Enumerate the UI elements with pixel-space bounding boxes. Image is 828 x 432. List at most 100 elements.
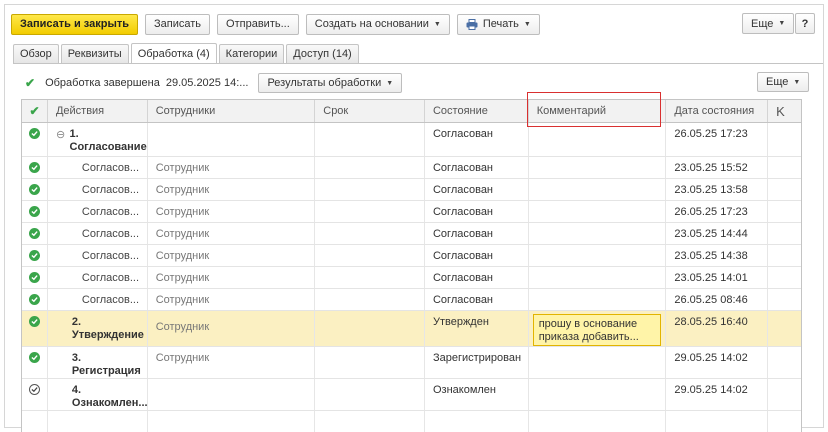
action-number: 3. — [71, 352, 82, 364]
action-title: Утверждение — [71, 329, 144, 341]
table-row[interactable]: 3. Регистрация Сотрудник Зарегистрирован… — [22, 347, 801, 379]
header-state-date[interactable]: Дата состояния — [666, 100, 769, 122]
status-text: Обработка завершена — [45, 77, 160, 89]
comment-cell — [529, 289, 667, 310]
header-actions[interactable]: Действия — [48, 100, 148, 122]
action-number: 1. — [69, 128, 79, 140]
caret-down-icon: ▼ — [433, 20, 441, 28]
action-title: Согласов... — [48, 179, 148, 200]
action-title: Согласов... — [48, 223, 148, 244]
check-outline-icon — [28, 384, 40, 395]
state-cell: Согласован — [425, 245, 529, 266]
header-term[interactable]: Срок — [315, 100, 425, 122]
comment-cell — [529, 179, 667, 200]
employee-cell: Сотрудник — [148, 311, 316, 346]
header-comment[interactable]: Комментарий — [526, 92, 667, 127]
comment-cell — [529, 379, 667, 410]
caret-down-icon: ▼ — [386, 79, 394, 87]
tab-divider — [13, 63, 823, 64]
tab-bar: Обзор Реквизиты Обработка (4) Категории … — [13, 43, 361, 64]
collapse-icon[interactable]: ⊖ — [56, 128, 70, 156]
state-date-cell: 23.05.25 14:38 — [666, 245, 769, 266]
employee-cell — [148, 379, 316, 410]
term-cell — [315, 267, 425, 288]
term-cell — [315, 123, 425, 156]
check-circle-icon — [28, 184, 40, 195]
state-date-cell: 23.05.25 14:44 — [666, 223, 769, 244]
action-title: Согласов... — [48, 289, 148, 310]
send-button[interactable]: Отправить... — [217, 13, 299, 35]
action-number: 4. — [71, 384, 82, 396]
table-row[interactable]: 4. Ознакомлен... Ознакомлен 29.05.25 14:… — [22, 379, 801, 411]
processing-status: ✔ Обработка завершена 29.05.2025 14:... … — [25, 73, 403, 93]
table-row-selected[interactable]: 2. Утверждение Сотрудник Утвержден прошу… — [22, 311, 801, 347]
check-circle-icon — [28, 250, 40, 261]
table-row[interactable]: Согласов... Сотрудник Согласован 26.05.2… — [22, 289, 801, 311]
table-row[interactable]: Согласов... Сотрудник Согласован 26.05.2… — [22, 201, 801, 223]
action-title: Ознакомлен... — [71, 397, 148, 409]
state-cell: Согласован — [425, 157, 529, 178]
create-based-on-button[interactable]: Создать на основании ▼ — [305, 13, 450, 35]
term-cell — [315, 201, 425, 222]
comment-cell — [529, 223, 667, 244]
state-cell: Ознакомлен — [425, 379, 529, 410]
check-circle-icon — [28, 206, 40, 217]
caret-down-icon: ▼ — [793, 78, 801, 86]
state-date-cell: 26.05.25 17:23 — [666, 123, 769, 156]
more-button[interactable]: Еще ▼ — [742, 13, 795, 34]
tab-overview[interactable]: Обзор — [13, 44, 59, 63]
processing-results-button[interactable]: Результаты обработки ▼ — [258, 73, 403, 93]
state-date-cell: 23.05.25 15:52 — [666, 157, 769, 178]
help-button[interactable]: ? — [795, 13, 815, 34]
state-date-cell: 26.05.25 17:23 — [666, 201, 769, 222]
action-title: Согласов... — [48, 245, 148, 266]
tab-access[interactable]: Доступ (14) — [286, 44, 359, 63]
state-cell: Согласован — [425, 201, 529, 222]
state-date-cell: 26.05.25 08:46 — [666, 289, 769, 310]
state-date-cell: 23.05.25 13:58 — [666, 179, 769, 200]
create-based-on-label: Создать на основании — [314, 18, 429, 30]
caret-down-icon: ▼ — [523, 20, 531, 28]
table-row[interactable]: Согласов... Сотрудник Согласован 23.05.2… — [22, 179, 801, 201]
header-check[interactable]: ✔ — [22, 100, 48, 122]
term-cell — [315, 347, 425, 378]
save-button[interactable]: Записать — [145, 13, 211, 35]
table-more-button[interactable]: Еще ▼ — [757, 72, 810, 92]
term-cell — [315, 223, 425, 244]
table-row[interactable]: Согласов... Сотрудник Согласован 23.05.2… — [22, 223, 801, 245]
save-and-close-button[interactable]: Записать и закрыть — [11, 13, 139, 35]
table-more-label: Еще — [766, 76, 789, 88]
check-circle-icon — [28, 272, 40, 283]
employee-cell: Сотрудник — [148, 267, 316, 288]
table-row[interactable]: ⊖ 1. Согласование Согласован 26.05.25 17… — [22, 123, 801, 157]
comment-cell — [529, 201, 667, 222]
state-date-cell: 23.05.25 14:01 — [666, 267, 769, 288]
employee-cell: Сотрудник — [148, 201, 316, 222]
tab-processing[interactable]: Обработка (4) — [130, 43, 217, 64]
action-title: Согласов... — [48, 267, 148, 288]
printer-icon — [466, 18, 478, 30]
document-form: Записать и закрыть Записать Отправить...… — [4, 4, 824, 432]
table-row[interactable]: Согласов... Сотрудник Согласован 23.05.2… — [22, 245, 801, 267]
print-button[interactable]: Печать ▼ — [456, 13, 540, 35]
tab-details[interactable]: Реквизиты — [60, 44, 129, 63]
comment-cell — [529, 267, 667, 288]
comment-cell — [529, 245, 667, 266]
header-comment-label: Комментарий — [536, 105, 606, 117]
term-cell — [315, 311, 425, 346]
employee-cell: Сотрудник — [148, 157, 316, 178]
table-row[interactable]: Согласов... Сотрудник Согласован 23.05.2… — [22, 267, 801, 289]
check-circle-icon — [28, 228, 40, 239]
employee-cell: Сотрудник — [148, 289, 316, 310]
term-cell — [315, 157, 425, 178]
header-employees[interactable]: Сотрудники — [148, 100, 316, 122]
header-state[interactable]: Состояние — [425, 100, 529, 122]
state-cell: Утвержден — [425, 311, 529, 346]
table-row[interactable]: Согласов... Сотрудник Согласован 23.05.2… — [22, 157, 801, 179]
processing-table: ✔ Действия Сотрудники Срок Состояние Ком… — [21, 92, 802, 432]
comment-cell — [529, 157, 667, 178]
tab-categories[interactable]: Категории — [218, 44, 285, 63]
comment-cell — [529, 347, 667, 378]
comment-cell-active[interactable]: прошу в основание приказа добавить... — [532, 314, 661, 346]
header-k[interactable]: K — [768, 100, 801, 122]
